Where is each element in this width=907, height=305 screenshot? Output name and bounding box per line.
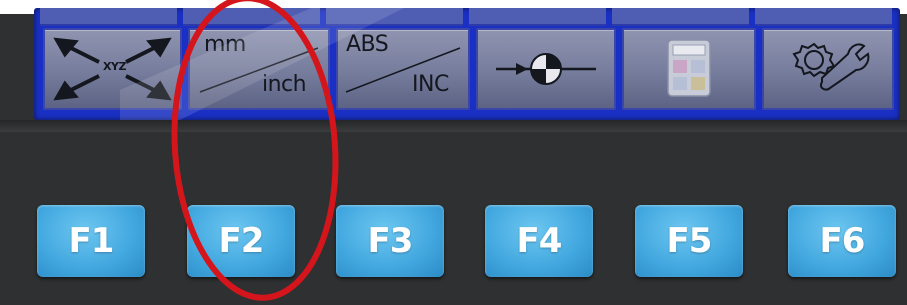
- screen-top-cell: [612, 8, 749, 26]
- inc-label: INC: [412, 72, 449, 97]
- screen-top-cell: [40, 8, 177, 26]
- f4-label: F4: [516, 221, 563, 261]
- calculator-softkey[interactable]: [622, 28, 756, 110]
- inch-label: inch: [262, 72, 307, 97]
- screen-top-row: [40, 8, 892, 26]
- abs-label: ABS: [346, 32, 389, 57]
- f6-key[interactable]: F6: [788, 205, 896, 277]
- f2-key[interactable]: F2: [187, 205, 295, 277]
- xyz-label: XYZ: [103, 60, 126, 73]
- f1-key[interactable]: F1: [37, 205, 145, 277]
- f4-key[interactable]: F4: [485, 205, 593, 277]
- f3-label: F3: [367, 221, 414, 261]
- f5-label: F5: [666, 221, 713, 261]
- f1-label: F1: [68, 221, 115, 261]
- f6-label: F6: [819, 221, 866, 261]
- calculator-icon: [667, 39, 711, 97]
- screen-top-cell: [183, 8, 320, 26]
- settings-softkey[interactable]: [762, 28, 894, 110]
- screen-top-cell: [755, 8, 892, 26]
- gear-wrench-icon: [792, 42, 870, 91]
- f5-key[interactable]: F5: [635, 205, 743, 277]
- xyz-softkey[interactable]: XYZ: [43, 28, 182, 110]
- f3-key[interactable]: F3: [336, 205, 444, 277]
- mm-inch-softkey[interactable]: mm inch: [188, 28, 330, 110]
- datum-softkey[interactable]: [476, 28, 616, 110]
- f2-label: F2: [218, 221, 265, 261]
- screen-top-cell: [469, 8, 606, 26]
- abs-inc-softkey[interactable]: ABS INC: [336, 28, 470, 110]
- mm-label: mm: [204, 32, 246, 57]
- panel-bezel: [0, 120, 907, 132]
- screen-top-cell: [326, 8, 463, 26]
- crosshair-target-icon: [496, 53, 596, 85]
